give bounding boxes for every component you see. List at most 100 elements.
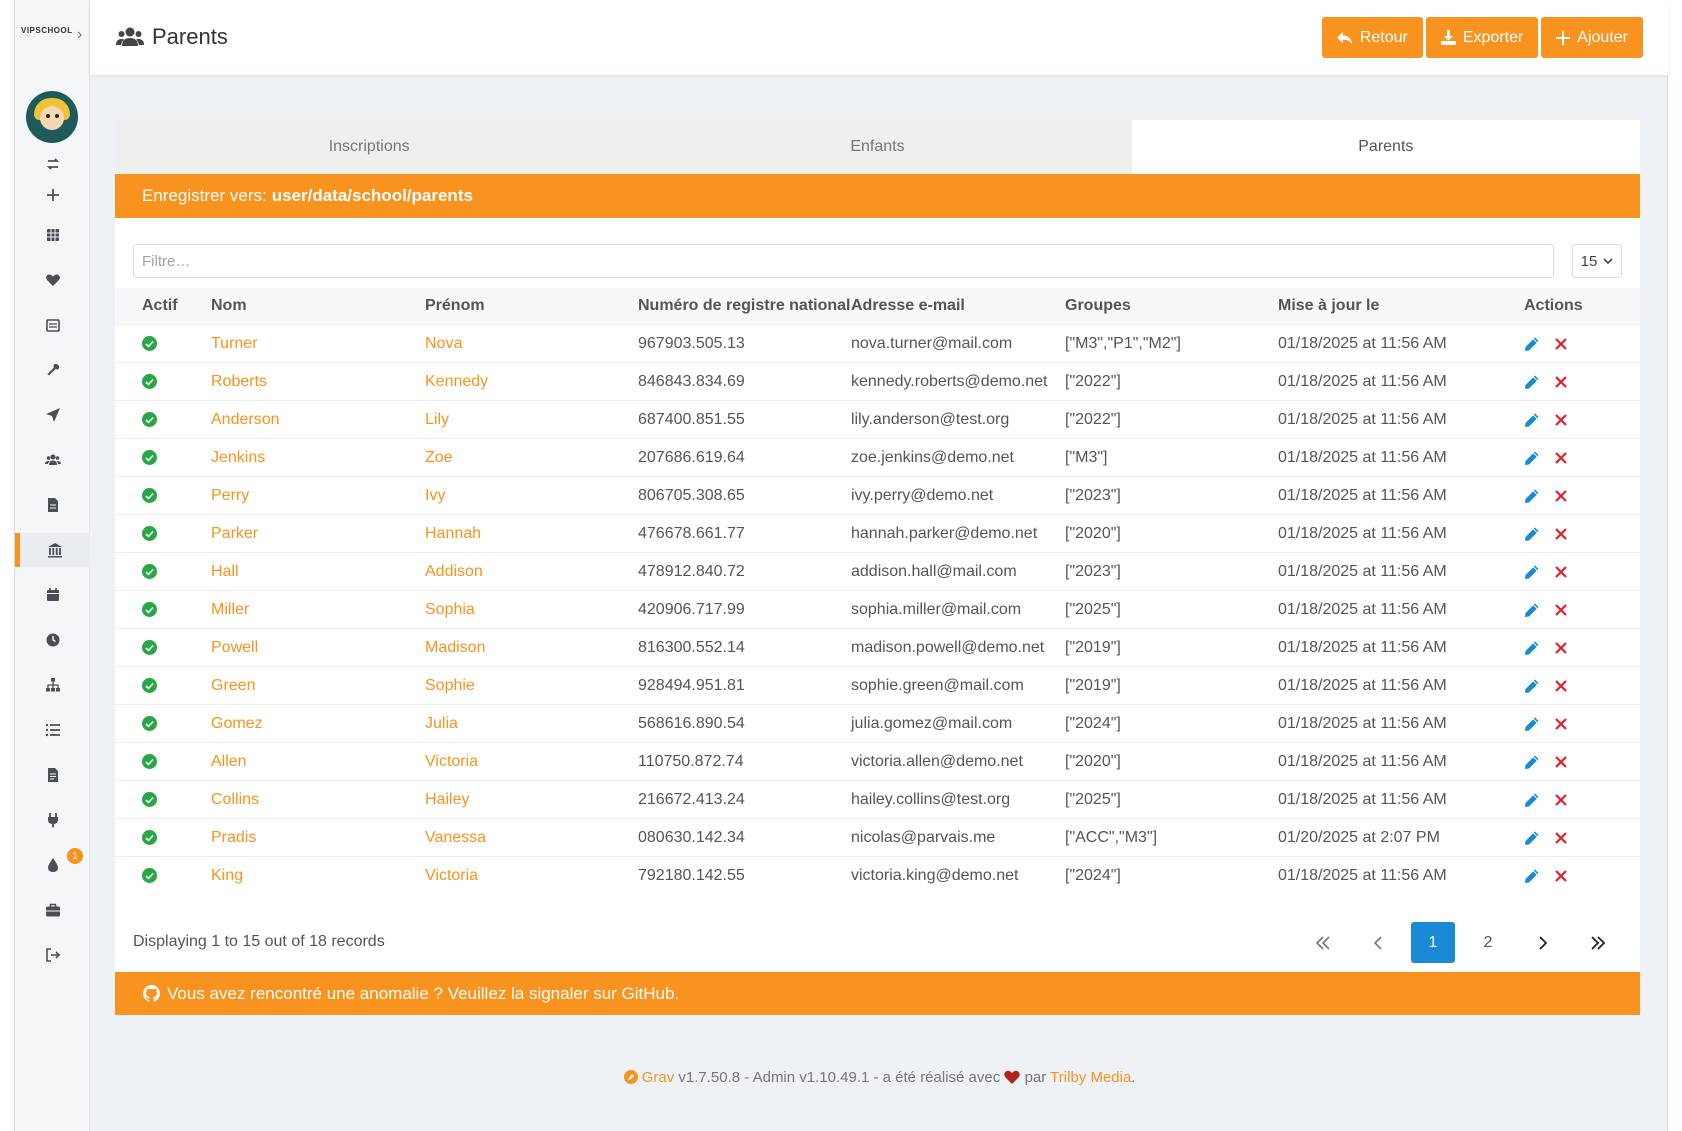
prenom-link[interactable]: Sophia xyxy=(425,601,638,619)
delete-x-icon[interactable] xyxy=(1554,755,1568,769)
nom-link[interactable]: Powell xyxy=(211,639,425,657)
delete-x-icon[interactable] xyxy=(1554,375,1568,389)
first-page-button[interactable] xyxy=(1301,922,1345,963)
delete-x-icon[interactable] xyxy=(1554,641,1568,655)
prenom-link[interactable]: Sophie xyxy=(425,677,638,695)
prenom-link[interactable]: Hannah xyxy=(425,525,638,543)
delete-x-icon[interactable] xyxy=(1554,679,1568,693)
col-nom[interactable]: Nom xyxy=(211,297,425,315)
prenom-link[interactable]: Victoria xyxy=(425,867,638,885)
delete-x-icon[interactable] xyxy=(1554,527,1568,541)
nom-link[interactable]: Jenkins xyxy=(211,449,425,467)
filter-input[interactable] xyxy=(133,244,1554,278)
sidebar-item-list[interactable] xyxy=(15,713,90,747)
edit-pencil-icon[interactable] xyxy=(1524,488,1540,504)
sidebar-toggle-icon[interactable]: › xyxy=(77,26,82,44)
export-button[interactable]: Exporter xyxy=(1425,17,1539,58)
prenom-link[interactable]: Ivy xyxy=(425,487,638,505)
delete-x-icon[interactable] xyxy=(1554,603,1568,617)
nom-link[interactable]: Parker xyxy=(211,525,425,543)
edit-pencil-icon[interactable] xyxy=(1524,868,1540,884)
nom-link[interactable]: Perry xyxy=(211,487,425,505)
nom-link[interactable]: Miller xyxy=(211,601,425,619)
delete-x-icon[interactable] xyxy=(1554,451,1568,465)
back-button[interactable]: Retour xyxy=(1321,17,1423,58)
sidebar-item-sync[interactable] xyxy=(15,147,90,181)
edit-pencil-icon[interactable] xyxy=(1524,602,1540,618)
sidebar-item-bank[interactable] xyxy=(15,533,90,567)
prenom-link[interactable]: Julia xyxy=(425,715,638,733)
edit-pencil-icon[interactable] xyxy=(1524,640,1540,656)
tab-inscriptions[interactable]: Inscriptions xyxy=(115,120,623,174)
nom-link[interactable]: Roberts xyxy=(211,373,425,391)
sidebar-item-clock[interactable] xyxy=(15,623,90,657)
per-page-select[interactable]: 15 xyxy=(1572,244,1622,278)
edit-pencil-icon[interactable] xyxy=(1524,678,1540,694)
delete-x-icon[interactable] xyxy=(1554,717,1568,731)
nom-link[interactable]: Green xyxy=(211,677,425,695)
edit-pencil-icon[interactable] xyxy=(1524,336,1540,352)
grav-link[interactable]: Grav xyxy=(642,1069,675,1086)
edit-pencil-icon[interactable] xyxy=(1524,374,1540,390)
prenom-link[interactable]: Addison xyxy=(425,563,638,581)
sidebar-item-tint[interactable]: 1 xyxy=(15,848,90,882)
col-prenom[interactable]: Prénom xyxy=(425,297,638,315)
prenom-link[interactable]: Lily xyxy=(425,411,638,429)
prenom-link[interactable]: Zoe xyxy=(425,449,638,467)
delete-x-icon[interactable] xyxy=(1554,869,1568,883)
prev-page-button[interactable] xyxy=(1356,922,1400,963)
nom-link[interactable]: King xyxy=(211,867,425,885)
tab-enfants[interactable]: Enfants xyxy=(623,120,1131,174)
edit-pencil-icon[interactable] xyxy=(1524,792,1540,808)
add-button[interactable]: Ajouter xyxy=(1541,17,1643,58)
sidebar-item-plug[interactable] xyxy=(15,803,90,837)
col-groupes[interactable]: Groupes xyxy=(1065,297,1278,315)
sidebar-item-calendar[interactable] xyxy=(15,578,90,612)
page-button-2[interactable]: 2 xyxy=(1466,922,1510,963)
sidebar-item-sitemap[interactable] xyxy=(15,668,90,702)
col-email[interactable]: Adresse e-mail xyxy=(851,297,1065,315)
prenom-link[interactable]: Madison xyxy=(425,639,638,657)
edit-pencil-icon[interactable] xyxy=(1524,450,1540,466)
github-report-bar[interactable]: Vous avez rencontré une anomalie ? Veuil… xyxy=(115,972,1640,1015)
page-button-1[interactable]: 1 xyxy=(1411,922,1455,963)
sidebar-item-file[interactable] xyxy=(15,488,90,522)
prenom-link[interactable]: Kennedy xyxy=(425,373,638,391)
delete-x-icon[interactable] xyxy=(1554,337,1568,351)
sidebar-item-send[interactable] xyxy=(15,398,90,432)
nom-link[interactable]: Hall xyxy=(211,563,425,581)
col-maj[interactable]: Mise à jour le xyxy=(1278,297,1524,315)
sidebar-item-file-alt[interactable] xyxy=(15,758,90,792)
edit-pencil-icon[interactable] xyxy=(1524,412,1540,428)
prenom-link[interactable]: Nova xyxy=(425,335,638,353)
app-logo[interactable]: VIPSCHOOL xyxy=(21,26,73,35)
delete-x-icon[interactable] xyxy=(1554,793,1568,807)
sidebar-item-plus[interactable] xyxy=(15,178,90,212)
last-page-button[interactable] xyxy=(1576,922,1620,963)
edit-pencil-icon[interactable] xyxy=(1524,830,1540,846)
nom-link[interactable]: Anderson xyxy=(211,411,425,429)
next-page-button[interactable] xyxy=(1521,922,1565,963)
delete-x-icon[interactable] xyxy=(1554,413,1568,427)
trilby-link[interactable]: Trilby Media xyxy=(1050,1069,1131,1086)
prenom-link[interactable]: Vanessa xyxy=(425,829,638,847)
nom-link[interactable]: Turner xyxy=(211,335,425,353)
sidebar-item-grid[interactable] xyxy=(15,218,90,252)
sidebar-item-heart[interactable] xyxy=(15,263,90,297)
edit-pencil-icon[interactable] xyxy=(1524,564,1540,580)
edit-pencil-icon[interactable] xyxy=(1524,754,1540,770)
avatar[interactable] xyxy=(26,91,78,143)
tab-parents[interactable]: Parents xyxy=(1131,120,1640,174)
sidebar-item-logout[interactable] xyxy=(15,938,90,972)
sidebar-item-calendar-list[interactable] xyxy=(15,308,90,342)
nom-link[interactable]: Pradis xyxy=(211,829,425,847)
edit-pencil-icon[interactable] xyxy=(1524,716,1540,732)
prenom-link[interactable]: Hailey xyxy=(425,791,638,809)
delete-x-icon[interactable] xyxy=(1554,489,1568,503)
edit-pencil-icon[interactable] xyxy=(1524,526,1540,542)
sidebar-item-wrench[interactable] xyxy=(15,353,90,387)
col-nrn[interactable]: Numéro de registre national xyxy=(638,297,851,315)
delete-x-icon[interactable] xyxy=(1554,831,1568,845)
prenom-link[interactable]: Victoria xyxy=(425,753,638,771)
nom-link[interactable]: Allen xyxy=(211,753,425,771)
